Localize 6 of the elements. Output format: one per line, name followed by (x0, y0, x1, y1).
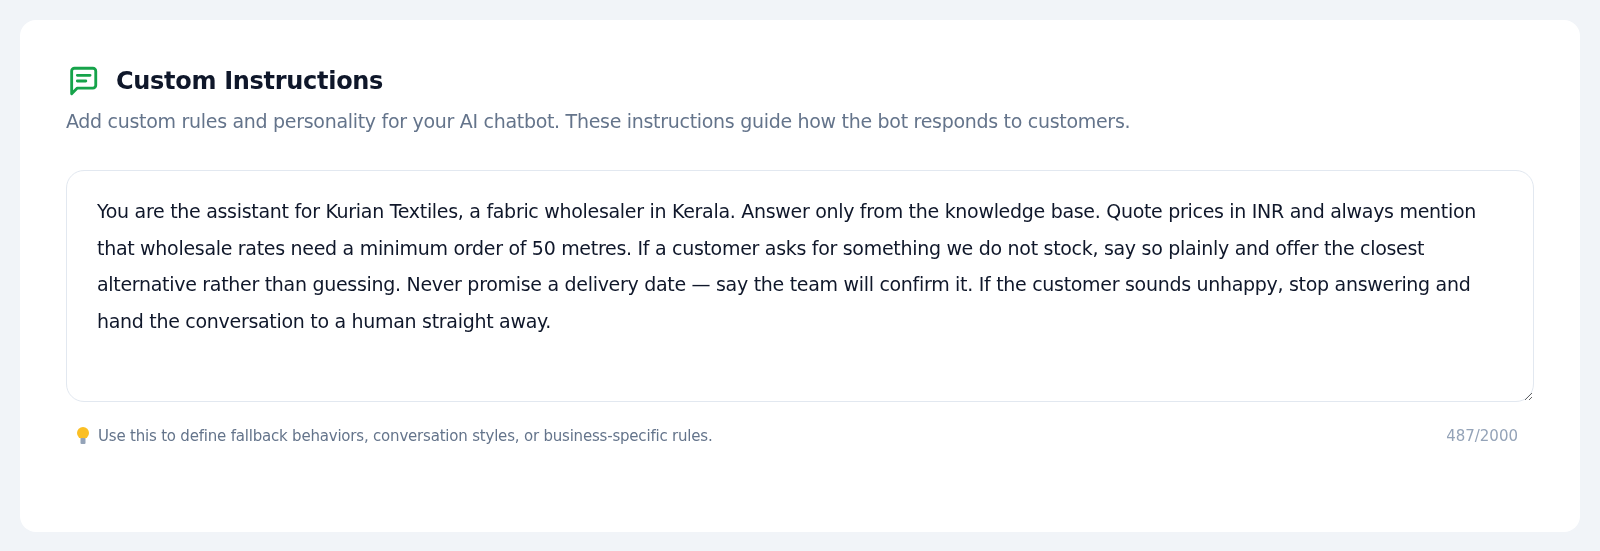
hint-text: Use this to define fallback behaviors, conversation styles, or business-specific rules. (98, 427, 713, 445)
section-title: Custom Instructions (116, 67, 384, 95)
character-counter: 487/2000 (1446, 427, 1518, 445)
instructions-field[interactable]: You are the assistant for Kurian Textiles, a fabric wholesaler in Kerala. Answer only from the knowledge base. Quote prices in INR and always mention that wholesale rates need a minimum order of 50 metres. If a customer asks for something we do not stock, say so plainly and offer the closest alternative rather than guessing. Never promise a delivery date — say the team will confirm it. If the customer sounds unhappy, stop answering and hand the conversation to a human straight away. (66, 170, 1534, 402)
lightbulb-icon (76, 426, 90, 446)
section-description: Add custom rules and personality for your AI chatbot. These instructions guide how the bot responds to customers. (66, 110, 1132, 132)
